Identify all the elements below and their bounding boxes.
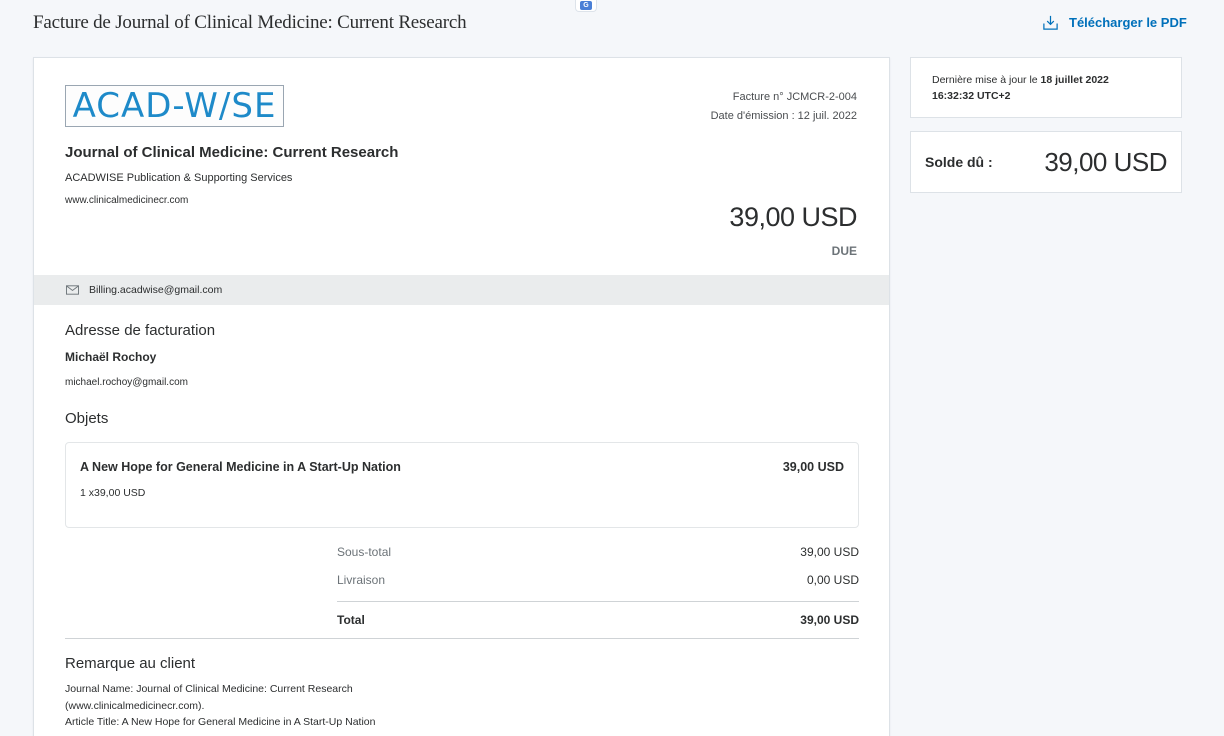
items-title: Objets: [65, 410, 109, 427]
billing-title: Adresse de facturation: [65, 322, 216, 339]
item-price: 39,00 USD: [782, 460, 844, 474]
logo-text: ACAD-W/SE: [72, 86, 277, 126]
total-label: Total: [337, 613, 365, 627]
shipping-value: 0,00 USD: [806, 573, 859, 587]
subtotal-row: Sous-total 39,00 USD: [337, 545, 859, 559]
balance-card: Solde dû : 39,00 USD: [910, 131, 1182, 193]
total-value: 39,00 USD: [800, 613, 859, 627]
download-pdf-label: Télécharger le PDF: [1069, 15, 1187, 30]
total-row: Total 39,00 USD: [337, 613, 859, 627]
google-translate-icon: G: [580, 1, 592, 10]
org-subtitle: ACADWISE Publication & Supporting Servic…: [65, 172, 293, 184]
invoice-issue-date: Date d'émission : 12 juil. 2022: [710, 110, 857, 122]
billing-name: Michaël Rochoy: [65, 350, 157, 364]
balance-value: 39,00 USD: [1044, 146, 1167, 177]
item-title: A New Hope for General Medicine in A Sta…: [80, 460, 401, 474]
subtotal-label: Sous-total: [337, 545, 392, 559]
download-icon: [1043, 15, 1058, 30]
note-title: Remarque au client: [65, 655, 196, 672]
updated-prefix: Dernière mise à jour le: [932, 74, 1041, 86]
updated-date: 18 juillet 2022: [1040, 74, 1109, 86]
totals-divider: [337, 601, 859, 602]
last-updated-card: Dernière mise à jour le 18 juillet 2022 …: [910, 57, 1182, 118]
org-name: Journal of Clinical Medicine: Current Re…: [65, 144, 399, 161]
download-pdf-button[interactable]: Télécharger le PDF: [1042, 14, 1187, 31]
note-line: (www.clinicalmedicinecr.com).: [65, 699, 205, 712]
list-item: A New Hope for General Medicine in A Sta…: [65, 442, 859, 528]
shipping-row: Livraison 0,00 USD: [337, 573, 859, 587]
note-line: Journal Name: Journal of Clinical Medici…: [65, 683, 353, 695]
contact-email[interactable]: Billing.acadwise@gmail.com: [89, 284, 222, 296]
invoice-amount: 39,00 USD: [729, 202, 857, 232]
translate-icon[interactable]: G: [575, 0, 597, 12]
contact-bar: Billing.acadwise@gmail.com: [34, 275, 889, 305]
page-title: Facture de Journal of Clinical Medicine:…: [33, 12, 467, 33]
subtotal-value: 39,00 USD: [800, 545, 859, 559]
note-line: Article Title: A New Hope for General Me…: [65, 716, 376, 728]
updated-time: 16:32:32 UTC+2: [932, 90, 1011, 102]
billing-email: michael.rochoy@gmail.com: [65, 377, 188, 388]
company-logo: ACAD-W/SE: [65, 85, 284, 127]
invoice-panel: ACAD-W/SE Facture n° JCMCR-2-004 Date d'…: [33, 57, 890, 736]
invoice-meta: Facture n° JCMCR-2-004 Date d'émission :…: [711, 88, 857, 126]
org-website: www.clinicalmedicinecr.com: [65, 195, 189, 206]
invoice-number: Facture n° JCMCR-2-004: [732, 91, 857, 103]
status-badge: DUE: [831, 244, 857, 258]
balance-label: Solde dû :: [925, 154, 993, 170]
section-divider: [65, 638, 859, 639]
shipping-label: Livraison: [337, 573, 386, 587]
item-quantity: 1 x39,00 USD: [80, 487, 146, 499]
customer-note: Journal Name: Journal of Clinical Medici…: [65, 681, 425, 731]
mail-icon: [66, 285, 79, 295]
